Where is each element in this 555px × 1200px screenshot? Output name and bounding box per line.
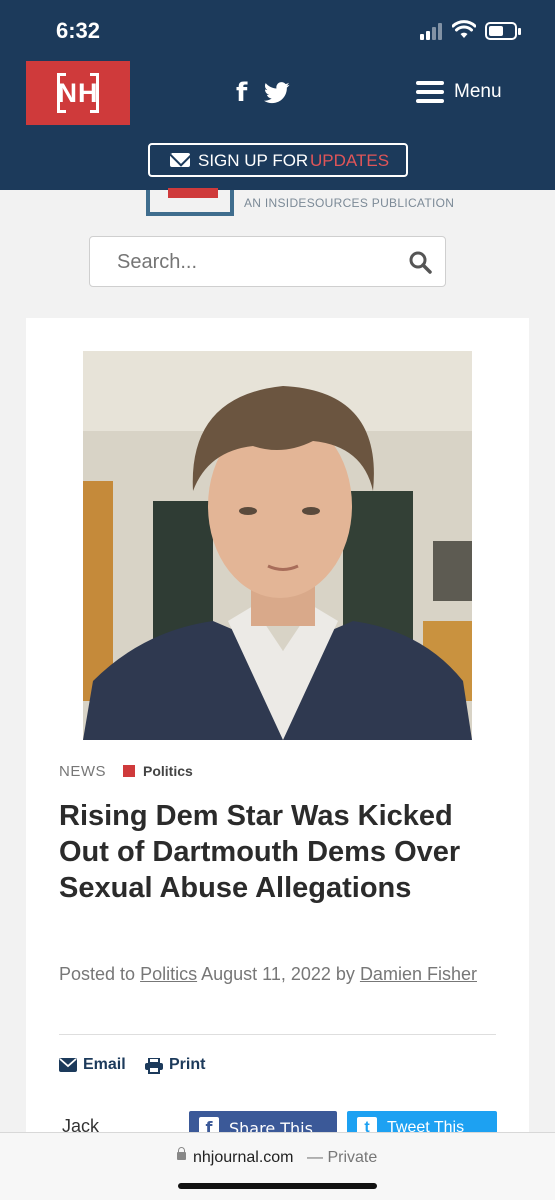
article-headline: Rising Dem Star Was Kicked Out of Dartmo… <box>59 800 461 904</box>
logo-text: NH <box>57 78 99 108</box>
article-card: NEWS Politics Rising Dem Star Was Kicked… <box>26 318 529 1141</box>
byline-posted-to: Posted to <box>59 964 136 984</box>
print-label: Print <box>169 1056 206 1073</box>
browser-address-bar[interactable]: nhjournal.com — Private <box>0 1132 555 1200</box>
menu-button[interactable]: Menu <box>416 78 526 108</box>
tag-color-square <box>123 765 135 777</box>
envelope-icon <box>170 153 190 167</box>
private-mode-label: — Private <box>307 1149 378 1166</box>
battery-fill <box>489 26 503 36</box>
printer-icon <box>145 1058 163 1074</box>
signup-updates-button[interactable]: SIGN UP FOR UPDATES <box>148 143 408 177</box>
battery-icon <box>485 22 521 40</box>
menu-label: Menu <box>454 81 502 102</box>
envelope-icon <box>59 1058 77 1072</box>
status-bar: 6:32 <box>0 0 555 60</box>
status-time: 6:32 <box>56 18 101 43</box>
signup-label: SIGN UP FOR <box>198 151 309 170</box>
byline-section-link[interactable]: Politics <box>140 964 197 984</box>
email-button[interactable]: Email <box>59 1056 129 1076</box>
cellular-signal-icon <box>420 22 446 40</box>
site-tagline: AN INSIDESOURCES PUBLICATION <box>244 196 455 210</box>
search-icon[interactable] <box>408 250 432 274</box>
site-header: 6:32 NH f Menu SIGN UP FOR UPDATES <box>0 0 555 190</box>
tag-label[interactable]: Politics <box>143 763 223 779</box>
hamburger-icon <box>416 81 444 103</box>
byline-by: by <box>335 964 355 984</box>
email-label: Email <box>83 1056 126 1073</box>
byline-date: August 11, 2022 <box>201 964 331 984</box>
category-label[interactable]: NEWS <box>59 763 119 780</box>
nh-journal-logo[interactable]: NH <box>26 61 130 125</box>
home-indicator[interactable] <box>178 1183 377 1189</box>
facebook-icon[interactable]: f <box>236 78 247 108</box>
twitter-icon[interactable] <box>264 82 290 104</box>
wifi-icon <box>452 20 476 38</box>
search-box <box>89 236 446 287</box>
search-input[interactable] <box>117 251 377 274</box>
print-button[interactable]: Print <box>145 1056 215 1076</box>
article-byline: Posted to Politics August 11, 2022 by Da… <box>59 958 499 990</box>
address-domain: nhjournal.com <box>193 1149 294 1166</box>
signup-highlight: UPDATES <box>310 151 390 170</box>
byline-author-link[interactable]: Damien Fisher <box>360 964 477 984</box>
lock-icon <box>177 1147 186 1160</box>
site-logo-partial[interactable] <box>146 188 234 216</box>
divider <box>59 1034 496 1035</box>
article-photo[interactable] <box>83 351 472 740</box>
